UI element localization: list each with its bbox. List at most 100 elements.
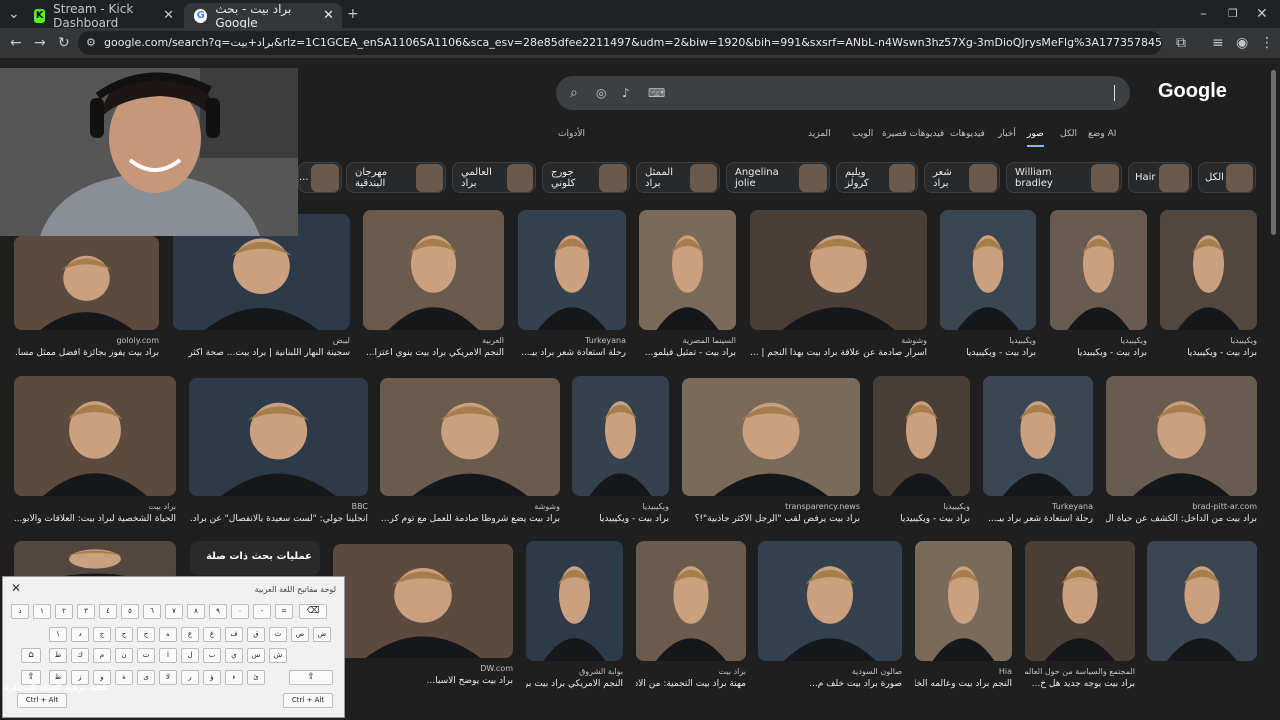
key[interactable]: ب bbox=[203, 648, 221, 663]
nav-short-videos[interactable]: فيديوهات قصيرة bbox=[882, 129, 944, 139]
result-title[interactable]: انجلينا جولي: "لست سعيدة بالانفصال" عن ب… bbox=[189, 514, 368, 524]
image-result[interactable] bbox=[363, 210, 504, 330]
ctrl-alt-key-right[interactable]: Ctrl + Alt bbox=[283, 693, 333, 708]
close-icon[interactable]: ✕ bbox=[323, 8, 334, 23]
key[interactable]: ي bbox=[225, 648, 243, 663]
reload-icon[interactable]: ↻ bbox=[58, 36, 70, 50]
nav-images[interactable]: صور bbox=[1027, 129, 1044, 147]
result-title[interactable]: براد بيت يرفض لقب "الرجل الأكثر جاذبية"!… bbox=[682, 514, 860, 524]
scrollbar-thumb[interactable] bbox=[1271, 70, 1276, 235]
keyboard-icon[interactable]: ⌨ bbox=[648, 86, 665, 100]
result-source[interactable]: BBC bbox=[189, 502, 368, 511]
key[interactable]: ١ bbox=[33, 604, 51, 619]
result-title[interactable]: براد بيت يوجه جديد هل خ... bbox=[1025, 679, 1135, 689]
shift-key-right[interactable]: ⇧ bbox=[289, 670, 333, 685]
image-result[interactable] bbox=[14, 376, 176, 496]
tools-button[interactable]: الأدوات bbox=[558, 129, 585, 139]
chip-brad-hair[interactable]: شعر براد bbox=[924, 162, 1000, 193]
key[interactable]: - bbox=[253, 604, 271, 619]
nav-web[interactable]: الويب bbox=[852, 129, 873, 139]
image-result[interactable] bbox=[380, 378, 560, 496]
close-icon[interactable]: ✕ bbox=[163, 8, 174, 23]
image-result[interactable] bbox=[750, 210, 927, 330]
result-title[interactable]: مهنة براد بيت التجمية: من الأدوار الا... bbox=[636, 679, 746, 689]
key[interactable]: ٧ bbox=[165, 604, 183, 619]
key[interactable]: ئ bbox=[247, 670, 265, 685]
reading-list-icon[interactable]: ≡ bbox=[1212, 36, 1224, 50]
result-source[interactable]: العربية bbox=[363, 336, 504, 345]
result-title[interactable]: براد بيت يضع شروطا صادمة للعمل مع توم كر… bbox=[380, 514, 560, 524]
result-title[interactable]: براد بيت من الداخل: الكشف عن حياة ال... bbox=[1106, 514, 1257, 524]
key[interactable]: س bbox=[247, 648, 265, 663]
address-bar[interactable]: ⚙ google.com/search?q=براد+بيت&rlz=1C1GC… bbox=[78, 31, 1162, 55]
result-title[interactable]: النجم الأمريكي براد بيت بر... bbox=[526, 679, 623, 689]
result-title[interactable]: النجم براد بيت وعالمه الخا... bbox=[915, 679, 1012, 689]
image-result[interactable] bbox=[1106, 376, 1257, 496]
extensions-icon[interactable]: ⧉ bbox=[1176, 36, 1186, 50]
result-source[interactable]: ويكيبيديا bbox=[873, 502, 970, 511]
result-source[interactable]: المجتمع والسياسة من حول العالم bbox=[1025, 667, 1135, 676]
related-searches-button[interactable]: عمليات بحث ذات صلة bbox=[190, 541, 320, 575]
result-source[interactable]: Turkeyana bbox=[983, 502, 1093, 511]
image-result[interactable] bbox=[1025, 541, 1135, 661]
tab-google-search[interactable]: G براد بيت - بحث Google ✕ bbox=[184, 2, 342, 30]
lens-icon[interactable]: ◎ bbox=[596, 86, 606, 100]
image-result[interactable] bbox=[1147, 541, 1257, 661]
key[interactable]: ض bbox=[313, 627, 331, 642]
image-result[interactable] bbox=[873, 376, 970, 496]
search-input[interactable]: ⌕ ◎ ♪ ⌨ bbox=[556, 76, 1130, 110]
result-title[interactable]: النجم الأمريكي براد بيت ينوي اعتزا... bbox=[363, 348, 504, 358]
key[interactable]: ح bbox=[115, 627, 133, 642]
image-result[interactable] bbox=[333, 544, 513, 658]
result-title[interactable]: براد بيت - ويكيبيديا bbox=[1050, 348, 1147, 358]
nav-more[interactable]: المزيد bbox=[808, 129, 831, 139]
result-title[interactable]: الحياة الشخصية لبراد بيت: العلاقات والأب… bbox=[14, 514, 176, 524]
key[interactable]: م bbox=[93, 648, 111, 663]
result-source[interactable]: ويكيبيديا bbox=[1160, 336, 1257, 345]
key[interactable]: ن bbox=[115, 648, 133, 663]
back-icon[interactable]: ← bbox=[10, 36, 22, 50]
key[interactable]: = bbox=[275, 604, 293, 619]
site-info-icon[interactable]: ⚙ bbox=[86, 36, 96, 50]
image-result[interactable] bbox=[518, 210, 626, 330]
profile-icon[interactable]: ◉ bbox=[1236, 36, 1248, 50]
result-source[interactable]: صالون السودية bbox=[758, 667, 902, 676]
nav-news[interactable]: أخبار bbox=[998, 129, 1016, 139]
nav-ai-mode[interactable]: وضع AI bbox=[1088, 129, 1116, 139]
key[interactable]: ذ bbox=[11, 604, 29, 619]
tab-search-icon[interactable]: ⌄ bbox=[8, 7, 20, 21]
key[interactable]: ع bbox=[181, 627, 199, 642]
result-title[interactable]: براد بيت - ويكيبيديا bbox=[572, 514, 669, 524]
key[interactable]: ء bbox=[225, 670, 243, 685]
maximize-icon[interactable]: ❐ bbox=[1228, 7, 1238, 21]
menu-icon[interactable]: ⋮ bbox=[1260, 36, 1274, 50]
key[interactable]: ث bbox=[269, 627, 287, 642]
key[interactable]: ٤ bbox=[99, 604, 117, 619]
key[interactable]: ٨ bbox=[187, 604, 205, 619]
key[interactable]: ف bbox=[225, 627, 243, 642]
chip-venice-festival[interactable]: مهرجان البندقية bbox=[346, 162, 446, 193]
key[interactable]: د bbox=[71, 627, 89, 642]
mic-icon[interactable]: ♪ bbox=[622, 86, 630, 100]
result-source[interactable]: ويكيبيديا bbox=[940, 336, 1036, 345]
chip-global-brad[interactable]: العالمي براد bbox=[452, 162, 536, 193]
image-result[interactable] bbox=[572, 376, 669, 496]
key[interactable]: ط bbox=[49, 648, 67, 663]
result-source[interactable]: ليبض bbox=[173, 336, 350, 345]
key[interactable]: غ bbox=[203, 627, 221, 642]
result-title[interactable]: رحلة استعادة شعر براد بيـ... bbox=[518, 348, 626, 358]
result-title[interactable]: براد بيت يفوز بجائزة أفضل ممثل مسا... bbox=[14, 348, 159, 358]
home-key[interactable]: ⌂ bbox=[21, 648, 41, 663]
image-result[interactable] bbox=[682, 378, 860, 496]
nav-all[interactable]: الكل bbox=[1060, 129, 1077, 139]
result-title[interactable]: رحلة استعادة شعر براد بيـ... bbox=[983, 514, 1093, 524]
key[interactable]: \ bbox=[49, 627, 67, 642]
new-tab-icon[interactable]: + bbox=[347, 7, 359, 21]
key[interactable]: ة bbox=[115, 670, 133, 685]
key[interactable]: ى bbox=[137, 670, 155, 685]
key[interactable]: ٩ bbox=[209, 604, 227, 619]
key[interactable]: ؤ bbox=[203, 670, 221, 685]
chip-george-clooney[interactable]: جورج كلوني bbox=[542, 162, 630, 193]
key[interactable]: ل bbox=[181, 648, 199, 663]
image-result[interactable] bbox=[1160, 210, 1257, 330]
